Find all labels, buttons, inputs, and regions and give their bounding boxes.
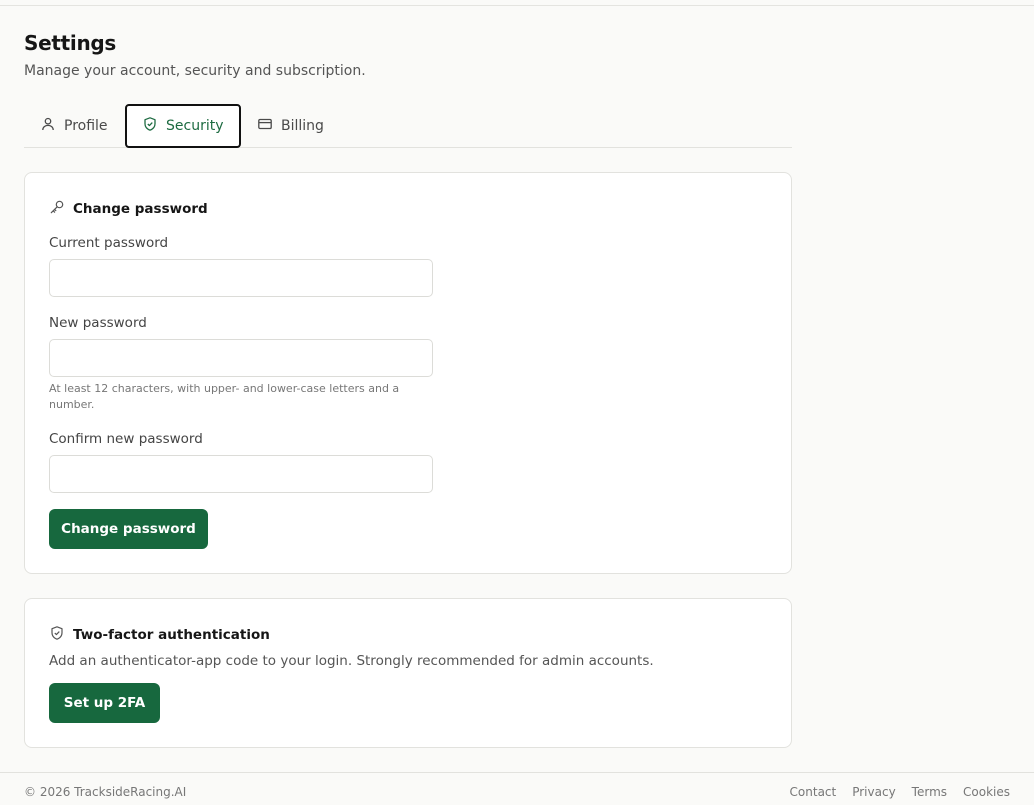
- two-factor-description: Add an authenticator-app code to your lo…: [49, 653, 654, 669]
- change-password-heading: Change password: [49, 199, 208, 219]
- new-password-label: New password: [49, 315, 147, 331]
- current-password-label: Current password: [49, 235, 169, 251]
- top-divider: [0, 5, 1034, 6]
- tab-billing-label: Billing: [281, 118, 324, 134]
- two-factor-heading: Two-factor authentication: [49, 625, 270, 645]
- footer-links: Contact Privacy Terms Cookies: [790, 785, 1010, 799]
- change-password-button[interactable]: Change password: [49, 509, 208, 549]
- tab-security-label: Security: [166, 118, 224, 134]
- copyright: © 2026 TracksideRacing.AI: [24, 785, 187, 799]
- footer-link-privacy[interactable]: Privacy: [852, 785, 895, 799]
- setup-2fa-button[interactable]: Set up 2FA: [49, 683, 160, 723]
- two-factor-heading-text: Two-factor authentication: [73, 627, 270, 643]
- tab-billing[interactable]: Billing: [243, 104, 338, 148]
- new-password-help: At least 12 characters, with upper- and …: [49, 382, 400, 411]
- key-icon: [49, 199, 65, 219]
- new-password-input[interactable]: [49, 339, 433, 377]
- page-subtitle: Manage your account, security and subscr…: [24, 63, 366, 79]
- shield-icon: [142, 116, 158, 136]
- footer-link-terms[interactable]: Terms: [912, 785, 947, 799]
- page-title: Settings: [24, 31, 117, 55]
- user-icon: [40, 116, 56, 136]
- confirm-password-input[interactable]: [49, 455, 433, 493]
- tab-profile[interactable]: Profile: [26, 104, 122, 148]
- change-password-card: Change password Current password New pas…: [24, 172, 792, 574]
- current-password-input[interactable]: [49, 259, 433, 297]
- footer-link-contact[interactable]: Contact: [790, 785, 837, 799]
- tab-profile-label: Profile: [64, 118, 108, 134]
- confirm-password-label: Confirm new password: [49, 431, 203, 447]
- tab-security[interactable]: Security: [125, 104, 241, 148]
- footer: © 2026 TracksideRacing.AI Contact Privac…: [0, 772, 1034, 805]
- settings-tabs: Profile Security Billing: [24, 104, 792, 148]
- shield-icon: [49, 625, 65, 645]
- two-factor-card: Two-factor authentication Add an authent…: [24, 598, 792, 748]
- footer-link-cookies[interactable]: Cookies: [963, 785, 1010, 799]
- credit-card-icon: [257, 116, 273, 136]
- change-password-heading-text: Change password: [73, 201, 208, 217]
